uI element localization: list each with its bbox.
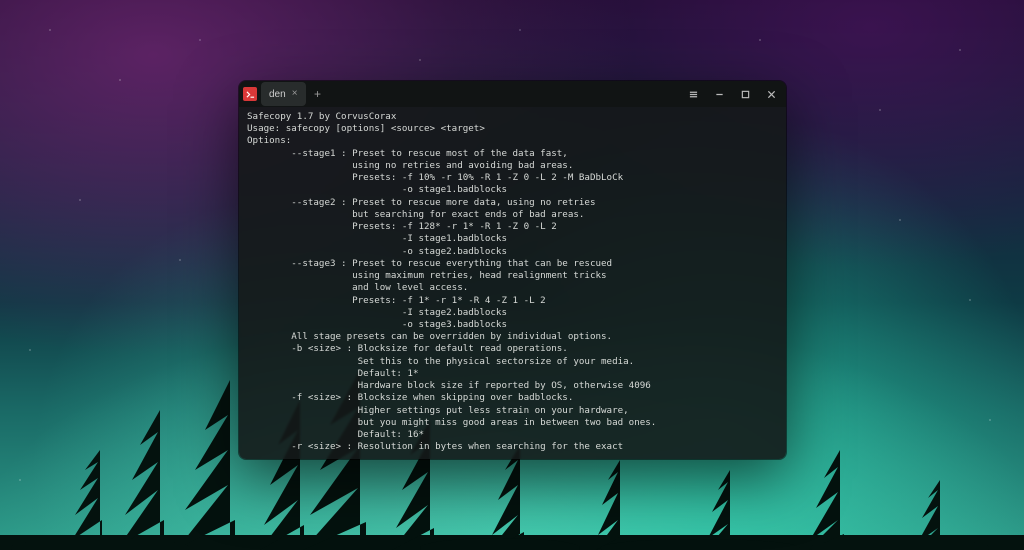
terminal-output[interactable]: Safecopy 1.7 by CorvusCorax Usage: safec… <box>239 107 786 459</box>
new-tab-button[interactable]: + <box>310 86 326 102</box>
menu-button[interactable] <box>682 85 704 103</box>
window-titlebar[interactable]: den × + <box>239 81 786 107</box>
close-button[interactable] <box>760 85 782 103</box>
tab-close-icon[interactable]: × <box>292 89 298 99</box>
tab-active[interactable]: den × <box>261 82 306 106</box>
terminal-app-icon <box>243 87 257 101</box>
terminal-window: den × + Safecopy 1.7 by CorvusCorax Usag… <box>239 81 786 459</box>
tab-label: den <box>269 89 286 100</box>
maximize-button[interactable] <box>734 85 756 103</box>
plus-icon: + <box>314 87 321 101</box>
minimize-button[interactable] <box>708 85 730 103</box>
